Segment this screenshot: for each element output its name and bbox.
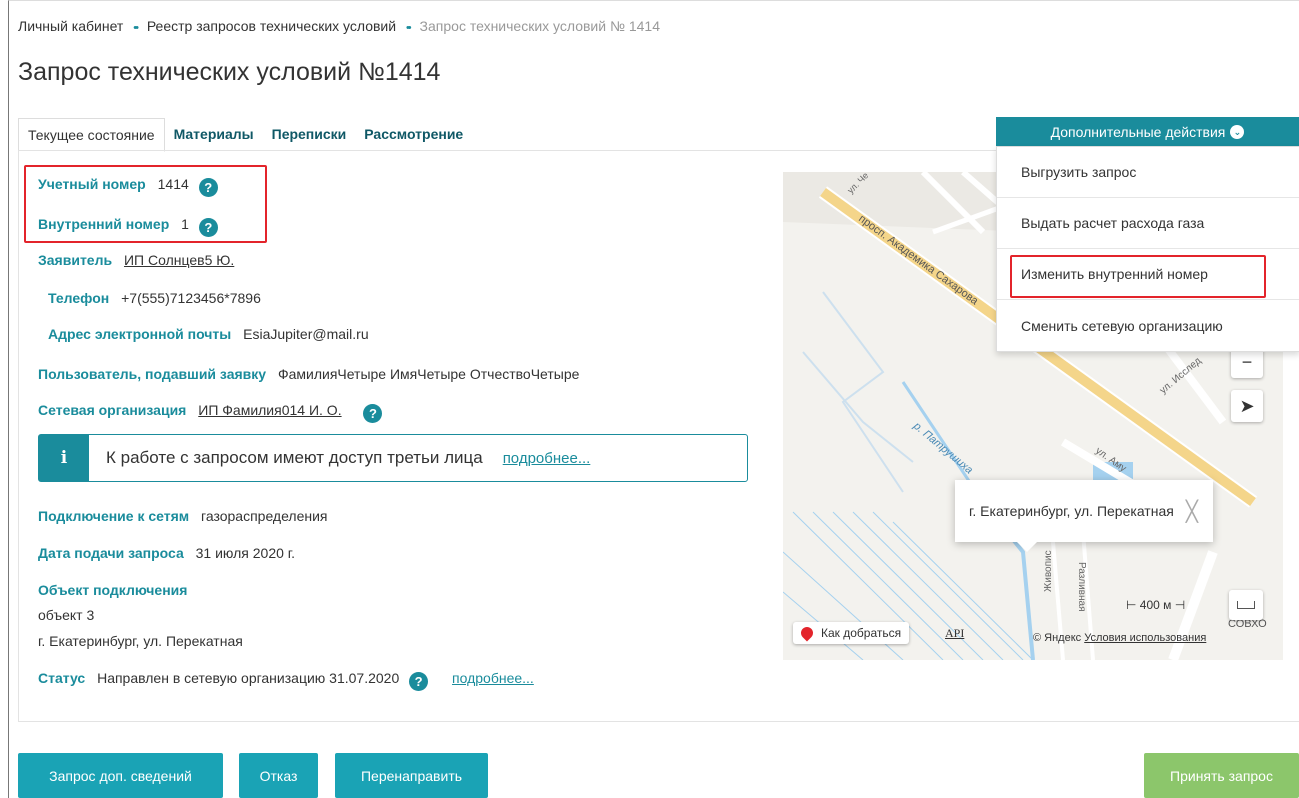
redirect-button[interactable]: Перенаправить — [335, 753, 488, 798]
status-value: Направлен в сетевую организацию 31.07.20… — [97, 670, 400, 686]
popup-address: г. Екатеринбург, ул. Перекатная — [969, 503, 1174, 519]
map-address-popup: г. Екатеринбург, ул. Перекатная ╳ — [955, 480, 1213, 552]
additional-actions-label: Дополнительные действия — [1050, 123, 1226, 140]
submitter-field: Пользователь, подавший заявку ФамилияЧет… — [38, 366, 579, 382]
menu-item-export-request[interactable]: Выгрузить запрос — [997, 147, 1299, 198]
menu-item-gas-calculation[interactable]: Выдать расчет расхода газа — [997, 198, 1299, 249]
breadcrumb-registry[interactable]: Реестр запросов технических условий — [147, 18, 396, 34]
ruler-icon — [1237, 601, 1255, 609]
ruler-button[interactable] — [1229, 590, 1263, 620]
phone-field: Телефон +7(555)7123456*7896 — [48, 290, 261, 306]
map-pin-icon — [798, 624, 816, 642]
request-info-button[interactable]: Запрос доп. сведений — [18, 753, 223, 798]
route-label: Как добраться — [821, 626, 902, 640]
submit-date-label: Дата подачи запроса — [38, 545, 184, 561]
help-icon[interactable]: ? — [409, 672, 429, 691]
chevron-down-icon: ⌄ — [1230, 124, 1245, 139]
additional-actions-button[interactable]: Дополнительные действия ⌄ — [996, 117, 1299, 146]
tab-bar: Текущее состояние Материалы Переписки Ра… — [18, 118, 472, 152]
applicant-link[interactable]: ИП Солнцев5 Ю. — [124, 252, 234, 268]
help-icon[interactable]: ? — [363, 404, 383, 423]
connection-field: Подключение к сетям газораспределения — [38, 508, 328, 524]
network-org-field: Сетевая организация ИП Фамилия014 И. О. … — [38, 402, 383, 423]
route-button[interactable]: Как добраться — [793, 622, 910, 644]
network-org-link[interactable]: ИП Фамилия014 И. О. — [198, 402, 341, 418]
email-value: EsiaJupiter@mail.ru — [243, 326, 369, 342]
tab-review[interactable]: Рассмотрение — [355, 118, 472, 151]
close-icon[interactable]: ╳ — [1186, 499, 1198, 524]
tab-correspondence[interactable]: Переписки — [263, 118, 356, 151]
submitter-value: ФамилияЧетыре ИмяЧетыре ОтчествоЧетыре — [277, 366, 580, 382]
connection-value: газораспределения — [201, 508, 328, 524]
network-org-label: Сетевая организация — [38, 402, 187, 418]
scale-label: 400 м — [1139, 598, 1172, 612]
map-copyright: © Яндекс Условия использования — [1033, 632, 1206, 644]
menu-item-change-network-org[interactable]: Сменить сетевую организацию — [997, 300, 1299, 351]
status-details-link[interactable]: подробнее... — [452, 670, 534, 686]
reject-button[interactable]: Отказ — [239, 753, 318, 798]
map-street-label: Живопис — [1043, 550, 1054, 592]
breadcrumb-current: Запрос технических условий № 1414 — [419, 18, 661, 34]
third-party-access-notice: i К работе с запросом имеют доступ треть… — [38, 434, 748, 482]
submit-date-value: 31 июля 2020 г. — [195, 545, 296, 561]
applicant-label: Заявитель — [38, 252, 113, 268]
map-scale: ⊢ 400 м ⊣ — [1126, 598, 1185, 612]
status-field: Статус Направлен в сетевую организацию 3… — [38, 670, 534, 691]
breadcrumb-separator: •• — [405, 22, 412, 34]
phone-label: Телефон — [48, 290, 110, 306]
notice-details-link[interactable]: подробнее... — [503, 450, 591, 467]
applicant-field: Заявитель ИП Солнцев5 Ю. — [38, 252, 234, 268]
email-label: Адрес электронной почты — [48, 326, 232, 342]
object-field: Объект подключения — [38, 582, 195, 598]
map-street-label: Разливная — [1076, 562, 1087, 612]
page-title: Запрос технических условий №1414 — [18, 58, 441, 86]
highlight-frame — [1010, 255, 1266, 298]
breadcrumb-personal-account[interactable]: Личный кабинет — [18, 18, 123, 34]
breadcrumb-separator: •• — [133, 22, 139, 34]
copyright-text: © Яндекс — [1033, 632, 1082, 644]
api-link[interactable]: API — [945, 626, 964, 641]
tab-current-state[interactable]: Текущее состояние — [18, 118, 165, 152]
connection-label: Подключение к сетям — [38, 508, 190, 524]
object-address: г. Екатеринбург, ул. Перекатная — [38, 633, 243, 649]
notice-text: К работе с запросом имеют доступ третьи … — [106, 448, 483, 467]
info-icon: i — [39, 435, 89, 481]
terms-link[interactable]: Условия использования — [1084, 632, 1206, 644]
accept-request-button[interactable]: Принять запрос — [1144, 753, 1299, 798]
scale-bar-icon: ⊢ — [1126, 598, 1137, 612]
object-name: объект 3 — [38, 607, 95, 623]
object-label: Объект подключения — [38, 582, 188, 598]
tab-materials[interactable]: Материалы — [165, 118, 263, 151]
locate-button[interactable]: ➤ — [1231, 390, 1263, 422]
status-label: Статус — [38, 670, 86, 686]
submit-date-field: Дата подачи запроса 31 июля 2020 г. — [38, 545, 295, 561]
submitter-label: Пользователь, подавший заявку — [38, 366, 267, 382]
breadcrumb: Личный кабинет •• Реестр запросов технич… — [18, 18, 660, 34]
highlight-frame — [24, 165, 267, 243]
scale-bar-icon: ⊣ — [1174, 598, 1186, 612]
phone-value: +7(555)7123456*7896 — [121, 290, 261, 306]
email-field: Адрес электронной почты EsiaJupiter@mail… — [48, 326, 369, 342]
additional-actions-menu: Выгрузить запрос Выдать расчет расхода г… — [996, 146, 1299, 352]
